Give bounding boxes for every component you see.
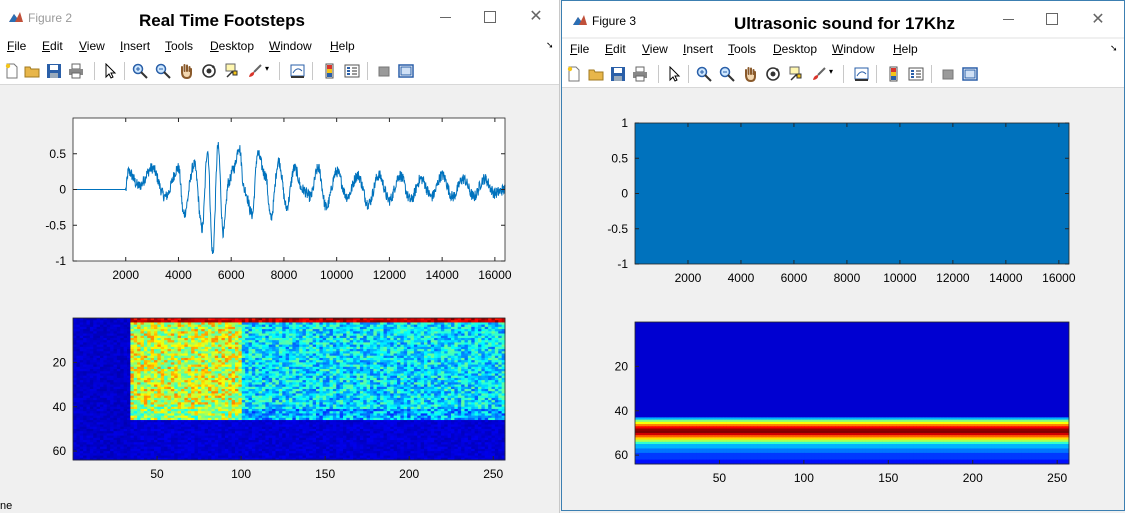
menu-edit[interactable]: Edit xyxy=(42,39,63,53)
menu-tools[interactable]: Tools xyxy=(165,39,193,53)
zoom-in-icon[interactable] xyxy=(132,63,148,79)
x-tick-label: 8000 xyxy=(271,268,298,282)
menu-file[interactable]: File xyxy=(7,39,26,53)
toolbar-separator xyxy=(367,62,368,80)
close-button[interactable]: ✕ xyxy=(522,6,550,28)
spectrogram-plot[interactable]: 50 100 150 200 250204060 xyxy=(0,310,560,500)
data-cursor-icon[interactable] xyxy=(224,63,240,79)
link-plot-icon[interactable] xyxy=(290,63,306,79)
maximize-button[interactable] xyxy=(476,6,504,28)
x-tick-label: 2000 xyxy=(112,268,139,282)
toolbar-separator xyxy=(279,62,280,80)
brush-dropdown-icon[interactable]: ▾ xyxy=(265,64,269,73)
show-plot-tools-icon[interactable] xyxy=(398,63,414,79)
x-tick-label: 16000 xyxy=(478,268,512,282)
toolbar-separator xyxy=(312,62,313,80)
rotate-3d-icon[interactable] xyxy=(201,63,217,79)
zoom-out-icon[interactable] xyxy=(155,63,171,79)
x-tick-label: 12000 xyxy=(373,268,407,282)
insert-legend-icon[interactable] xyxy=(344,63,360,79)
toolbar-separator xyxy=(94,62,95,80)
figure-2-window[interactable]: Figure 2 Real Time Footsteps ✕ File Edit… xyxy=(0,0,560,513)
menu-bar: File Edit View Insert Tools Desktop Wind… xyxy=(0,36,559,58)
print-icon[interactable] xyxy=(68,63,84,79)
new-figure-icon[interactable] xyxy=(4,63,20,79)
menu-help[interactable]: Help xyxy=(330,39,355,53)
pan-hand-icon[interactable] xyxy=(178,63,194,79)
figure-toolbar: ▾ xyxy=(0,58,559,85)
y-tick-label: -0.5 xyxy=(45,218,66,232)
matlab-icon xyxy=(9,12,23,22)
axes-background xyxy=(73,118,505,261)
menu-view[interactable]: View xyxy=(79,39,105,53)
open-file-icon[interactable] xyxy=(24,63,40,79)
insert-colorbar-icon[interactable] xyxy=(322,63,338,79)
select-cursor-icon[interactable] xyxy=(102,63,118,79)
menu-window[interactable]: Window xyxy=(269,39,312,53)
x-tick-label: 4000 xyxy=(165,268,192,282)
menu-desktop[interactable]: Desktop xyxy=(210,39,254,53)
minimize-button[interactable] xyxy=(432,6,460,28)
title-bar[interactable]: Figure 2 Real Time Footsteps ✕ xyxy=(0,0,559,36)
save-icon[interactable] xyxy=(46,63,62,79)
window-label: Figure 2 xyxy=(28,11,73,25)
window-title: Real Time Footsteps xyxy=(139,11,305,30)
menu-insert[interactable]: Insert xyxy=(120,39,150,53)
dock-arrow-icon[interactable]: ➘ xyxy=(546,40,554,51)
toolbar-separator xyxy=(124,62,125,80)
waveform-plot[interactable]: 2000 4000 6000 8000 10000 12000 14000 16000 0.5 0… xyxy=(0,100,560,290)
x-tick-label: 14000 xyxy=(425,268,459,282)
y-tick-label: 0 xyxy=(59,183,66,197)
x-tick-label: 6000 xyxy=(218,268,245,282)
hide-plot-tools-icon[interactable] xyxy=(376,63,392,79)
y-tick-label: -1 xyxy=(55,254,66,268)
x-tick-label: 10000 xyxy=(320,268,354,282)
y-tick-label: 0.5 xyxy=(49,147,66,161)
brush-icon[interactable] xyxy=(247,63,263,79)
